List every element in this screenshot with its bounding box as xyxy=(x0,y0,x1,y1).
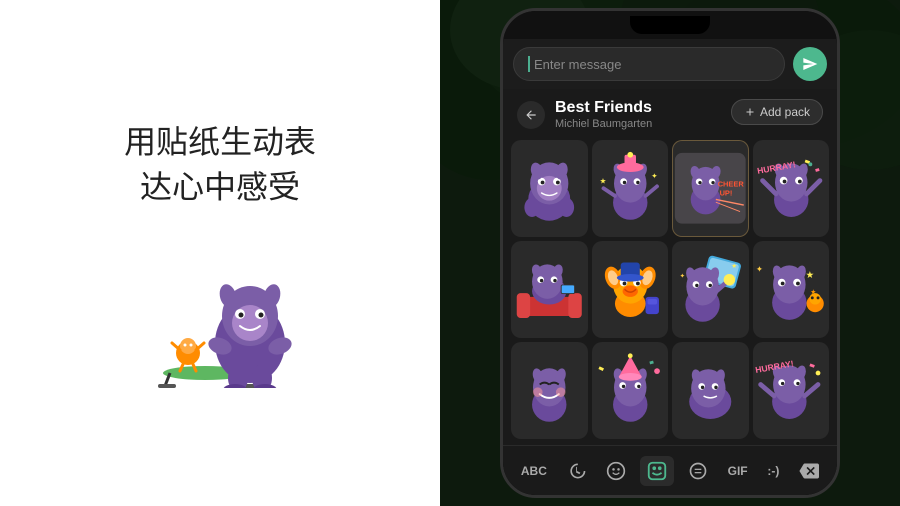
sticker-icon xyxy=(646,460,668,482)
back-icon xyxy=(524,108,538,122)
send-icon xyxy=(802,56,818,72)
main-tagline: 用贴纸生动表 达心中感受 xyxy=(124,118,316,208)
sticker-12[interactable]: HURRAY! xyxy=(753,342,830,439)
backspace-button[interactable] xyxy=(793,457,825,485)
sticker-4[interactable]: HURRAY! xyxy=(753,140,830,237)
back-button[interactable] xyxy=(517,101,545,129)
sticker-11[interactable] xyxy=(672,342,749,439)
sticker-9[interactable] xyxy=(511,342,588,439)
sticker-10[interactable] xyxy=(592,342,669,439)
hero-illustration xyxy=(120,238,320,388)
phone-content: Enter message xyxy=(503,39,837,495)
sticker-7[interactable]: ★ ✦ xyxy=(672,241,749,338)
svg-text:UP!: UP! xyxy=(720,189,733,198)
gif-label: GIF xyxy=(728,464,748,478)
sticker-panel-header: Best Friends Michiel Baumgarten Add pack xyxy=(503,89,837,134)
add-pack-label: Add pack xyxy=(760,105,810,119)
svg-text:✦: ✦ xyxy=(755,264,763,274)
svg-text:✦: ✦ xyxy=(680,272,686,280)
cursor xyxy=(528,56,530,72)
phone-notch xyxy=(630,16,710,34)
left-panel: 用贴纸生动表 达心中感受 xyxy=(0,0,440,506)
message-input-area: Enter message xyxy=(503,39,837,89)
clock-icon xyxy=(567,461,587,481)
pack-info: Best Friends Michiel Baumgarten xyxy=(555,99,731,130)
svg-text:★: ★ xyxy=(805,270,814,281)
send-button[interactable] xyxy=(793,47,827,81)
svg-text:CHEER: CHEER xyxy=(718,180,745,189)
sticker-panel: Best Friends Michiel Baumgarten Add pack xyxy=(503,89,837,445)
right-panel: Enter message xyxy=(440,0,900,506)
plus-icon xyxy=(744,106,756,118)
phone-frame: Enter message xyxy=(500,8,840,498)
sticker-8[interactable]: ★ ✦ ★ xyxy=(753,241,830,338)
add-pack-button[interactable]: Add pack xyxy=(731,99,823,125)
keyboard-button[interactable]: ABC xyxy=(515,460,553,482)
sticker-2[interactable]: ★ ✦ xyxy=(592,140,669,237)
sticker-button[interactable] xyxy=(640,456,674,486)
face-icon xyxy=(688,461,708,481)
sticker-6[interactable] xyxy=(592,241,669,338)
sticker-grid: ★ ✦ xyxy=(503,134,837,445)
pack-title: Best Friends xyxy=(555,99,731,117)
sticker-1[interactable] xyxy=(511,140,588,237)
face-button[interactable] xyxy=(682,457,714,485)
gif-button[interactable]: GIF xyxy=(722,460,754,482)
pack-author: Michiel Baumgarten xyxy=(555,118,731,130)
message-placeholder: Enter message xyxy=(534,57,621,72)
tagline-line1: 用贴纸生动表 xyxy=(124,118,316,163)
message-input-box[interactable]: Enter message xyxy=(513,47,785,81)
emoji-icon xyxy=(606,461,626,481)
sticker-recent-button[interactable] xyxy=(561,457,593,485)
backspace-icon xyxy=(799,461,819,481)
smiley-label: :-) xyxy=(767,464,779,478)
svg-text:★: ★ xyxy=(731,262,737,270)
sticker-cheer-up[interactable]: CHEER UP! xyxy=(672,140,749,237)
svg-text:★: ★ xyxy=(599,177,606,186)
smiley-button[interactable]: :-) xyxy=(761,460,785,482)
emoji-button[interactable] xyxy=(600,457,632,485)
svg-text:✦: ✦ xyxy=(651,172,658,181)
bottom-toolbar: ABC xyxy=(503,445,837,495)
keyboard-label: ABC xyxy=(521,464,547,478)
tagline-line2: 达心中感受 xyxy=(124,163,316,208)
sticker-5[interactable] xyxy=(511,241,588,338)
illustration-svg xyxy=(120,238,320,388)
phone-top-bar xyxy=(503,11,837,39)
